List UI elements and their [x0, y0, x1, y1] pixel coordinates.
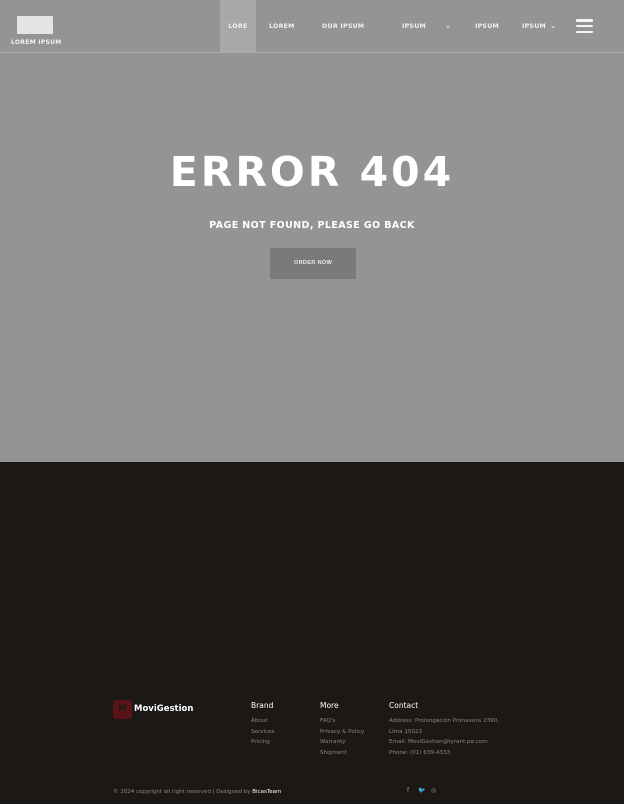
nav-item-ipsum-dropdown-2[interactable]: IPSUM [522, 0, 546, 53]
footer-link-warranty[interactable]: Warranty [320, 737, 364, 748]
hero-section: LOREM IPSUM LORE LOREM OUR IPSUM IPSUM ⌄… [0, 0, 624, 462]
footer-link-faqs[interactable]: FAQ's [320, 716, 364, 727]
chevron-down-icon[interactable]: ⌄ [445, 0, 451, 53]
instagram-icon[interactable]: ◎ [431, 787, 436, 794]
contact-city: Lima 15023 [389, 728, 423, 735]
designer-link[interactable]: BicasTeam [252, 789, 281, 795]
footer-col-more: FAQ's Privacy & Policy Warranty Shipment [320, 716, 364, 758]
error-title: ERROR 404 [169, 148, 455, 196]
footer-col-title-contact: Contact [389, 701, 419, 710]
chevron-down-icon[interactable]: ⌄ [550, 0, 556, 53]
contact-phone[interactable]: Phone: (01) 639-4333 [389, 748, 499, 759]
order-now-button[interactable]: ORDER NOW [270, 248, 356, 279]
footer-link-pricing[interactable]: Pricing [251, 737, 275, 748]
error-subtitle: PAGE NOT FOUND, PLEASE GO BACK [209, 220, 415, 231]
footer-link-services[interactable]: Services [251, 727, 275, 738]
footer-link-privacy[interactable]: Privacy & Policy [320, 727, 364, 738]
footer-col-brand: About Services Pricing [251, 716, 275, 748]
nav-item-lore[interactable]: LORE [220, 0, 256, 53]
copyright-text: © 2024 copyright all right reserved | De… [113, 789, 251, 795]
hamburger-icon[interactable] [576, 19, 593, 34]
logo-text[interactable]: LOREM IPSUM [11, 39, 62, 46]
nav-item-ipsum-dropdown-1[interactable]: IPSUM [402, 0, 426, 53]
site-header: LOREM IPSUM LORE LOREM OUR IPSUM IPSUM ⌄… [0, 0, 624, 53]
nav-item-lorem[interactable]: LOREM [269, 0, 295, 53]
footer-col-title-more: More [320, 701, 339, 710]
contact-email[interactable]: Email: MoviGestion@tyrant.pe.com [389, 737, 499, 748]
logo-icon[interactable] [17, 16, 53, 34]
facebook-icon[interactable]: f [407, 787, 409, 794]
footer-link-shipment[interactable]: Shipment [320, 748, 364, 759]
copyright: © 2024 copyright all right reserved | De… [113, 789, 281, 795]
brand-logo-icon[interactable]: M [113, 700, 132, 719]
footer-link-about[interactable]: About [251, 716, 275, 727]
footer-col-title-brand: Brand [251, 701, 274, 710]
footer-col-contact: Address: Prolongación Primavera 2390, Li… [389, 716, 499, 758]
brand-name[interactable]: MoviGestion [134, 704, 193, 714]
nav-item-our-ipsum[interactable]: OUR IPSUM [322, 0, 364, 53]
contact-address: Address: Prolongación Primavera 2390, [389, 718, 499, 724]
nav-item-ipsum[interactable]: IPSUM [475, 0, 499, 53]
site-footer: M MoviGestion Brand About Services Prici… [0, 462, 624, 804]
twitter-icon[interactable]: 🐦 [418, 787, 425, 794]
